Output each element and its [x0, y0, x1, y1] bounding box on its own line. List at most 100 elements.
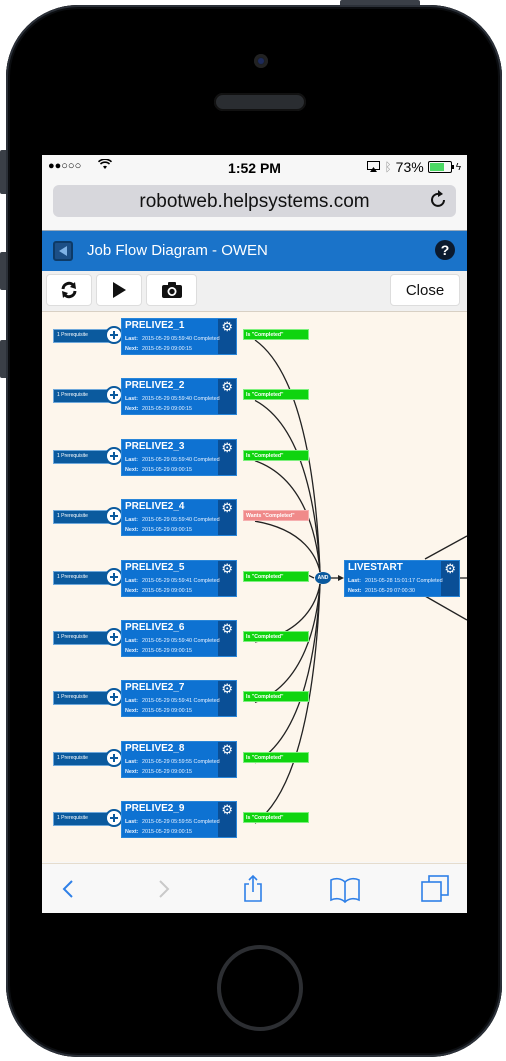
refresh-icon	[61, 281, 77, 299]
dependency-link	[254, 583, 321, 764]
close-button[interactable]: Close	[390, 274, 460, 306]
job-last-run: Last: 2015-05-29 05:59:40 Completed	[125, 457, 220, 463]
and-node[interactable]: AND	[315, 572, 331, 584]
job-node[interactable]: ⚙ PRELIVE2_7 Last: 2015-05-29 05:59:41 Comp…	[121, 680, 237, 718]
job-next-run: Next: 2015-05-29 09:00:15	[125, 769, 192, 775]
last-value: 2015-05-29 05:59:55 Completed	[142, 758, 220, 765]
prerequisite-label: 1 Prerequisite	[57, 452, 88, 459]
next-label: Next:	[125, 708, 139, 715]
next-value: 2015-05-29 09:00:15	[142, 829, 193, 836]
condition-label: Wants "Completed"	[243, 510, 309, 522]
next-label: Next:	[125, 346, 139, 352]
gear-icon[interactable]: ⚙	[221, 320, 233, 333]
last-label: Last:	[125, 456, 138, 463]
next-label: Next:	[125, 648, 139, 654]
dependency-link	[254, 520, 321, 573]
job-name: PRELIVE2_1	[125, 320, 185, 331]
job-node[interactable]: ⚙ PRELIVE2_9 Last: 2015-05-29 05:59:55 Comp…	[121, 801, 237, 839]
job-next-run: Next: 2015-05-29 09:00:15	[125, 527, 192, 533]
last-label: Last:	[125, 396, 138, 403]
target-job-node[interactable]: ⚙ LIVESTART Last: 2015-05-28 15:01:17 Compl…	[344, 560, 460, 597]
condition-label: Is "Completed"	[243, 389, 309, 401]
next-value: 2015-05-29 09:00:15	[142, 708, 193, 715]
url-text[interactable]: robotweb.helpsystems.com	[53, 191, 456, 213]
gear-icon[interactable]: ⚙	[221, 501, 233, 514]
job-next-run: Next: 2015-05-29 09:00:15	[125, 346, 192, 352]
front-camera	[254, 54, 268, 68]
job-last-run: Last: 2015-05-29 05:59:40 Completed	[125, 396, 220, 402]
last-value: 2015-05-29 05:59:40 Completed	[142, 638, 220, 644]
run-button[interactable]	[96, 274, 142, 306]
gear-icon[interactable]: ⚙	[221, 803, 233, 816]
job-next-run: Next: 2015-05-29 09:00:15	[125, 467, 192, 473]
battery-icon	[427, 161, 454, 173]
next-label: Next:	[125, 466, 139, 473]
next-label: Next:	[125, 768, 139, 775]
bookmarks-icon[interactable]	[329, 874, 360, 904]
back-square-icon[interactable]	[53, 241, 73, 261]
refresh-button[interactable]	[46, 274, 92, 306]
address-bar[interactable]: robotweb.helpsystems.com	[53, 185, 456, 217]
gear-icon[interactable]: ⚙	[444, 562, 456, 575]
prerequisite-node[interactable]: 1 Prerequisite	[53, 809, 123, 828]
page-title: Job Flow Diagram - OWEN	[87, 242, 268, 259]
next-value: 2015-05-29 09:00:15	[142, 768, 193, 775]
prerequisite-node[interactable]: 1 Prerequisite	[53, 567, 123, 586]
gear-icon[interactable]: ⚙	[221, 622, 233, 635]
charging-bolt-icon: ϟ	[455, 161, 461, 173]
prerequisite-node[interactable]: 1 Prerequisite	[53, 688, 123, 707]
condition-label: Is "Completed"	[243, 570, 309, 582]
job-next-run: Next: 2015-05-29 09:00:15	[125, 708, 192, 714]
gear-icon[interactable]: ⚙	[221, 441, 233, 454]
job-flow-canvas[interactable]: 1 Prerequisite ⚙ PRELIVE2_1 Last: 2015-05-29…	[42, 312, 467, 862]
prerequisite-node[interactable]: 1 Prerequisite	[53, 446, 123, 465]
next-value: 2015-05-29 09:00:15	[142, 346, 193, 352]
condition-label: Is "Completed"	[243, 751, 309, 763]
forward-chevron-icon[interactable]	[148, 874, 178, 904]
prerequisite-label: 1 Prerequisite	[57, 392, 88, 399]
status-right: ᛒ 73% ϟ	[367, 159, 461, 175]
prerequisite-label: 1 Prerequisite	[57, 513, 88, 520]
prerequisite-label: 1 Prerequisite	[57, 634, 88, 640]
dependency-link	[308, 575, 315, 579]
condition-label: Is "Completed"	[243, 631, 309, 642]
gear-icon[interactable]: ⚙	[221, 743, 233, 756]
home-button[interactable]	[217, 945, 303, 1031]
job-node[interactable]: ⚙ PRELIVE2_2 Last: 2015-05-29 05:59:40 Comp…	[121, 378, 237, 416]
last-label: Last:	[125, 336, 138, 342]
last-value: 2015-05-29 05:59:40 Completed	[142, 517, 220, 524]
share-icon[interactable]	[238, 874, 268, 904]
help-icon[interactable]: ?	[435, 240, 455, 260]
job-node[interactable]: ⚙ PRELIVE2_1 Last: 2015-05-29 05:59:40 Comp…	[121, 318, 237, 355]
job-name: PRELIVE2_3	[125, 440, 185, 452]
job-node[interactable]: ⚙ PRELIVE2_5 Last: 2015-05-29 05:59:41 Comp…	[121, 559, 237, 597]
earpiece-speaker	[214, 93, 306, 111]
gear-icon[interactable]: ⚙	[221, 682, 233, 695]
last-value: 2015-05-28 15:01:17 Completed	[365, 578, 443, 584]
tabs-icon[interactable]	[420, 874, 450, 904]
job-node[interactable]: ⚙ PRELIVE2_3 Last: 2015-05-29 05:59:40 Comp…	[121, 438, 237, 476]
last-label: Last:	[125, 517, 138, 524]
prerequisite-node[interactable]: 1 Prerequisite	[53, 326, 123, 344]
job-last-run: Last: 2015-05-28 15:01:17 Completed	[348, 578, 443, 584]
job-node[interactable]: ⚙ PRELIVE2_4 Last: 2015-05-29 05:59:40 Comp…	[121, 499, 237, 537]
job-last-run: Last: 2015-05-29 05:59:41 Completed	[125, 578, 220, 584]
next-value: 2015-05-29 09:00:15	[142, 406, 193, 413]
last-label: Last:	[125, 638, 138, 644]
gear-icon[interactable]: ⚙	[221, 380, 233, 393]
gear-icon[interactable]: ⚙	[221, 562, 233, 575]
reload-icon[interactable]	[430, 189, 448, 215]
job-name: PRELIVE2_4	[125, 501, 185, 513]
job-next-run: Next: 2015-05-29 09:00:15	[125, 829, 192, 835]
prerequisite-node[interactable]: 1 Prerequisite	[53, 748, 123, 767]
prerequisite-node[interactable]: 1 Prerequisite	[53, 507, 123, 526]
status-bar: ●●○○○ 1:52 PM ᛒ 73% ϟ	[42, 155, 467, 181]
app-header: Job Flow Diagram - OWEN ?	[42, 230, 467, 271]
prerequisite-node[interactable]: 1 Prerequisite	[53, 628, 123, 646]
job-node[interactable]: ⚙ PRELIVE2_6 Last: 2015-05-29 05:59:40 Comp…	[121, 620, 237, 657]
snapshot-button[interactable]	[146, 274, 197, 306]
last-value: 2015-05-29 05:59:40 Completed	[142, 396, 220, 403]
job-node[interactable]: ⚙ PRELIVE2_8 Last: 2015-05-29 05:59:55 Comp…	[121, 740, 237, 778]
back-chevron-icon[interactable]	[54, 874, 84, 904]
prerequisite-node[interactable]: 1 Prerequisite	[53, 386, 123, 405]
